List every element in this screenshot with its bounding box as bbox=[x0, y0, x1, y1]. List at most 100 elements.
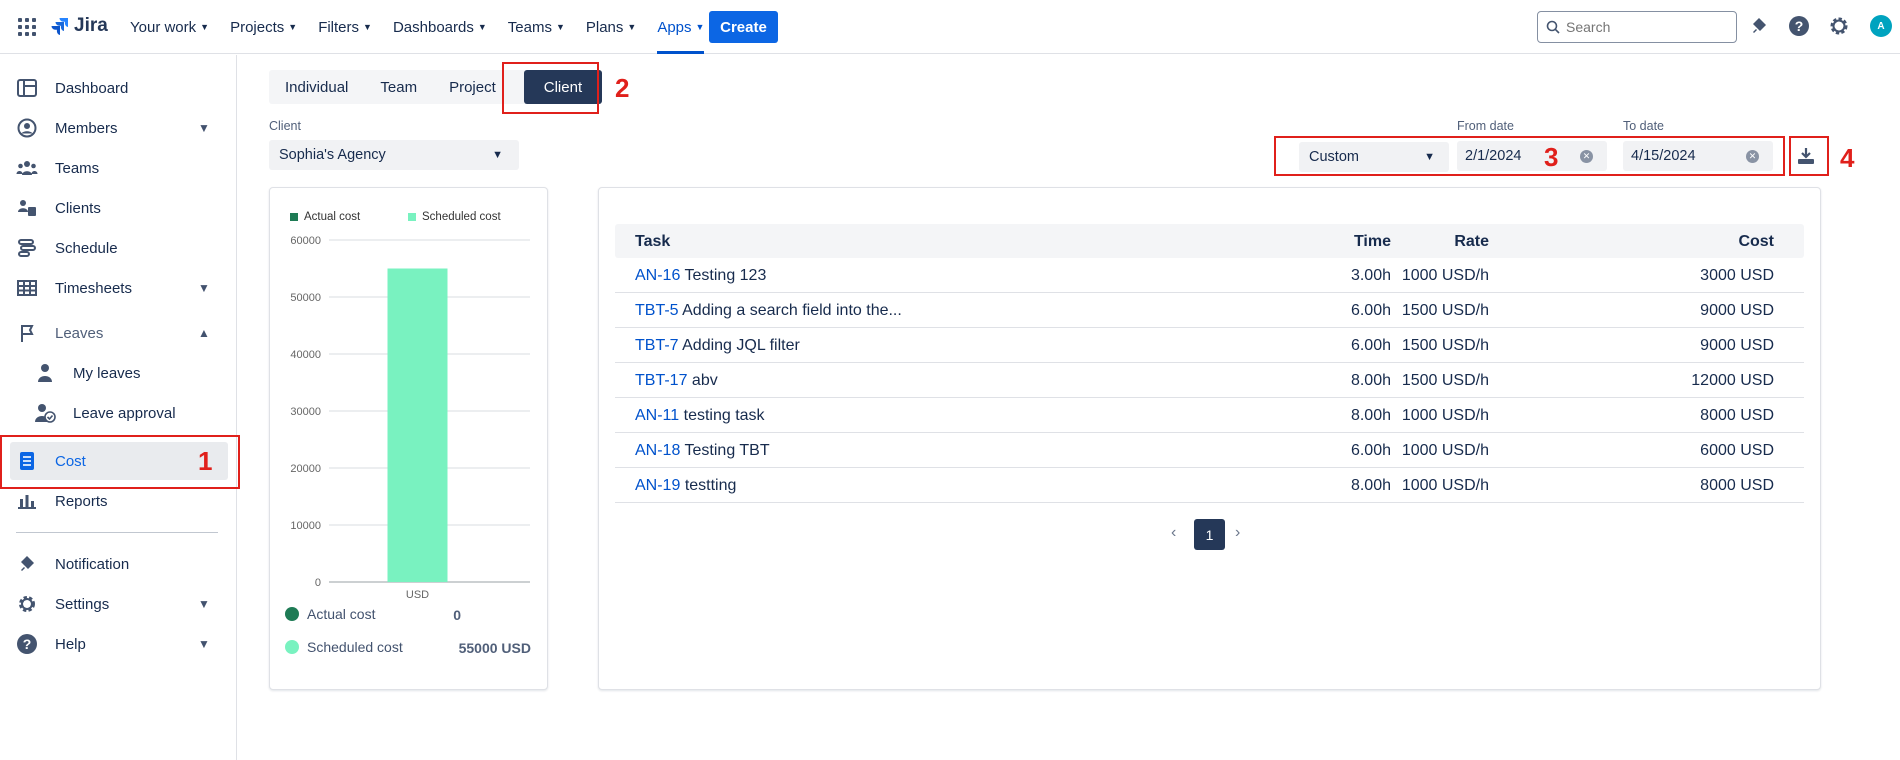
chevron-down-icon[interactable]: ▼ bbox=[198, 121, 210, 135]
nav-apps[interactable]: Apps ▼ bbox=[657, 0, 705, 54]
sidebar-item-label: Help bbox=[55, 635, 86, 653]
x-category-label: USD bbox=[406, 589, 429, 601]
sidebar-divider bbox=[16, 532, 218, 533]
sidebar-item-notification[interactable]: Notification bbox=[0, 546, 237, 582]
summary-label: Scheduled cost bbox=[307, 639, 403, 655]
bar-scheduled-cost[interactable] bbox=[387, 268, 448, 583]
search-input[interactable] bbox=[1566, 19, 1726, 35]
rate-cell: 1000 USD/h bbox=[1401, 477, 1489, 494]
chevron-down-icon: ▼ bbox=[555, 22, 565, 32]
issue-key-link[interactable]: AN-11 bbox=[635, 407, 679, 424]
client-label: Client bbox=[269, 119, 301, 133]
table-row[interactable]: AN-18 Testing TBT 6.00h 1000 USD/h 6000 USD bbox=[615, 433, 1804, 468]
chevron-down-icon: ▼ bbox=[288, 22, 298, 32]
sidebar-item-label: My leaves bbox=[73, 364, 141, 382]
table-row[interactable]: AN-11 testing task 8.00h 1000 USD/h 8000 US… bbox=[615, 398, 1804, 433]
search-box[interactable] bbox=[1537, 11, 1737, 43]
issue-key-link[interactable]: TBT-5 bbox=[635, 302, 679, 319]
time-cell: 8.00h bbox=[1350, 407, 1391, 424]
nav-dashboards[interactable]: Dashboards ▼ bbox=[393, 0, 487, 54]
nav-plans[interactable]: Plans ▼ bbox=[586, 0, 636, 54]
cost-cell: 3000 USD bbox=[1700, 267, 1774, 284]
time-cell: 6.00h bbox=[1350, 302, 1391, 319]
issue-key-link[interactable]: TBT-17 bbox=[635, 372, 687, 389]
create-button[interactable]: Create bbox=[709, 11, 778, 43]
sidebar-item-help[interactable]: ? Help ▼ bbox=[0, 626, 237, 662]
annotation-box-2 bbox=[502, 62, 599, 114]
rate-cell: 1000 USD/h bbox=[1401, 442, 1489, 459]
sidebar-item-dashboard[interactable]: Dashboard bbox=[0, 70, 237, 106]
sidebar-item-teams[interactable]: Teams bbox=[0, 150, 237, 186]
settings-gear-icon[interactable] bbox=[1827, 14, 1851, 38]
sidebar-item-timesheets[interactable]: Timesheets ▼ bbox=[0, 270, 237, 306]
tab-team[interactable]: Team bbox=[364, 70, 433, 104]
table-row[interactable]: TBT-5 Adding a search field into the... 6… bbox=[615, 293, 1804, 328]
user-avatar[interactable]: A bbox=[1870, 15, 1892, 37]
annotation-box-4 bbox=[1789, 136, 1829, 176]
summary-actual-cost-value: 0 bbox=[453, 607, 461, 623]
sidebar-item-settings[interactable]: Settings ▼ bbox=[0, 586, 237, 622]
sidebar-item-members[interactable]: Members ▼ bbox=[0, 110, 237, 146]
issue-title: Testing 123 bbox=[684, 267, 767, 284]
task-cell: AN-11 testing task bbox=[635, 407, 765, 425]
sidebar-item-leaves[interactable]: Leaves ▲ bbox=[0, 315, 237, 351]
cost-cell: 9000 USD bbox=[1700, 337, 1774, 354]
table-row[interactable]: TBT-17 abv 8.00h 1500 USD/h 12000 USD bbox=[615, 363, 1804, 398]
chevron-right-icon[interactable]: › bbox=[1235, 524, 1240, 542]
legend-scheduled-cost[interactable]: Scheduled cost bbox=[408, 211, 501, 223]
nav-teams[interactable]: Teams ▼ bbox=[508, 0, 565, 54]
notification-bell-icon[interactable] bbox=[1747, 14, 1771, 38]
page-number-button[interactable]: 1 bbox=[1194, 519, 1225, 550]
sidebar-item-clients[interactable]: Clients bbox=[0, 190, 237, 226]
task-cell: TBT-17 abv bbox=[635, 372, 718, 390]
sidebar-item-schedule[interactable]: Schedule bbox=[0, 230, 237, 266]
table-row[interactable]: TBT-7 Adding JQL filter 6.00h 1500 USD/h 90… bbox=[615, 328, 1804, 363]
time-cell: 3.00h bbox=[1350, 267, 1391, 284]
summary-scheduled-cost: Scheduled cost bbox=[285, 639, 403, 655]
sidebar-item-label: Reports bbox=[55, 492, 108, 510]
help-icon[interactable]: ? bbox=[1787, 14, 1811, 38]
tab-individual[interactable]: Individual bbox=[269, 70, 364, 104]
app-switcher-icon[interactable] bbox=[18, 18, 36, 36]
task-cell: TBT-7 Adding JQL filter bbox=[635, 337, 800, 355]
issue-key-link[interactable]: AN-19 bbox=[635, 477, 680, 494]
issue-key-link[interactable]: AN-16 bbox=[635, 267, 680, 284]
chevron-up-icon[interactable]: ▲ bbox=[198, 326, 210, 340]
rate-cell: 1500 USD/h bbox=[1401, 337, 1489, 354]
sidebar-item-label: Settings bbox=[55, 595, 110, 613]
chevron-down-icon[interactable]: ▼ bbox=[198, 281, 210, 295]
chevron-down-icon[interactable]: ▼ bbox=[198, 637, 210, 651]
table-row[interactable]: AN-16 Testing 123 3.00h 1000 USD/h 3000 USD bbox=[615, 258, 1804, 293]
table-row[interactable]: AN-19 testting 8.00h 1000 USD/h 8000 USD bbox=[615, 468, 1804, 503]
legend-actual-cost[interactable]: Actual cost bbox=[290, 211, 360, 223]
annotation-number-4: 4 bbox=[1840, 143, 1855, 173]
column-header-time: Time bbox=[1353, 233, 1391, 250]
y-tick-label: 0 bbox=[315, 577, 321, 589]
tab-project[interactable]: Project bbox=[433, 70, 512, 104]
y-tick-label: 40000 bbox=[290, 349, 321, 361]
clients-icon bbox=[16, 197, 38, 219]
teams-icon bbox=[16, 157, 38, 179]
nav-projects[interactable]: Projects ▼ bbox=[230, 0, 297, 54]
client-select[interactable]: Sophia's Agency ▼ bbox=[269, 140, 519, 170]
notification-icon bbox=[16, 553, 38, 575]
y-tick-label: 50000 bbox=[290, 292, 321, 304]
issue-key-link[interactable]: AN-18 bbox=[635, 442, 680, 459]
svg-text:?: ? bbox=[23, 636, 32, 652]
rate-cell: 1000 USD/h bbox=[1401, 407, 1489, 424]
nav-filters[interactable]: Filters ▼ bbox=[318, 0, 372, 54]
summary-scheduled-cost-value: 55000 USD bbox=[458, 640, 531, 656]
sidebar-item-label: Clients bbox=[55, 199, 101, 217]
sidebar-item-label: Timesheets bbox=[55, 279, 132, 297]
sidebar-item-label: Members bbox=[55, 119, 118, 137]
nav-your-work[interactable]: Your work ▼ bbox=[130, 0, 209, 54]
chevron-down-icon[interactable]: ▼ bbox=[198, 597, 210, 611]
jira-logo[interactable]: Jira bbox=[50, 15, 108, 37]
issue-key-link[interactable]: TBT-7 bbox=[635, 337, 679, 354]
table-header: Task Time Rate Cost bbox=[615, 224, 1804, 258]
chevron-left-icon[interactable]: ‹ bbox=[1171, 524, 1176, 542]
legend-swatch bbox=[290, 213, 298, 221]
sidebar-item-my-leaves[interactable]: My leaves bbox=[0, 355, 237, 391]
schedule-icon bbox=[16, 237, 38, 259]
sidebar-item-leave-approval[interactable]: Leave approval bbox=[0, 395, 237, 431]
